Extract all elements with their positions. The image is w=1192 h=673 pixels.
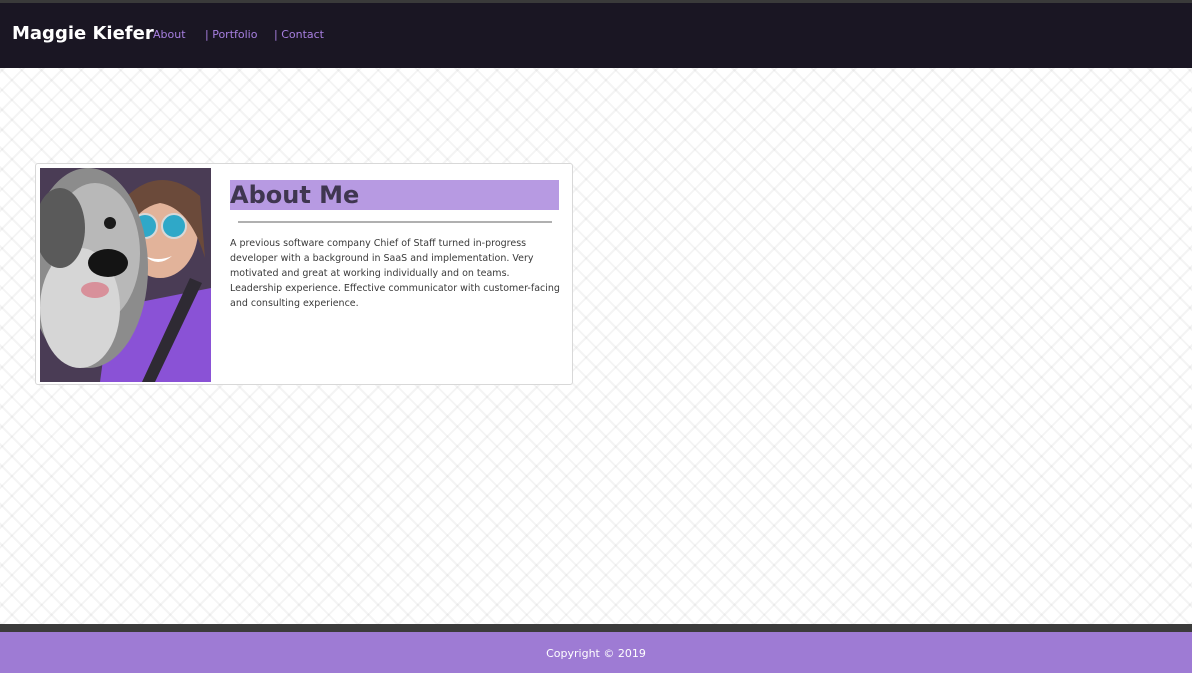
about-bio-text: A previous software company Chief of Sta… — [230, 238, 560, 309]
top-navbar: Maggie Kiefer About | Portfolio | Contac… — [0, 0, 1192, 68]
profile-photo — [40, 168, 211, 382]
heading-divider — [238, 221, 552, 223]
nav-link-about[interactable]: About — [153, 28, 186, 42]
brand-link[interactable]: Maggie Kiefer — [12, 22, 154, 46]
footer-divider — [0, 624, 1192, 632]
nav-link-contact[interactable]: | Contact — [274, 28, 324, 42]
nav-link-portfolio[interactable]: | Portfolio — [205, 28, 257, 42]
about-card: About Me A previous software company Chi… — [35, 163, 573, 385]
copyright-text: Copyright © 2019 — [546, 647, 646, 660]
about-heading: About Me — [230, 180, 559, 210]
footer: Copyright © 2019 — [0, 632, 1192, 673]
profile-photo-image — [40, 168, 211, 382]
